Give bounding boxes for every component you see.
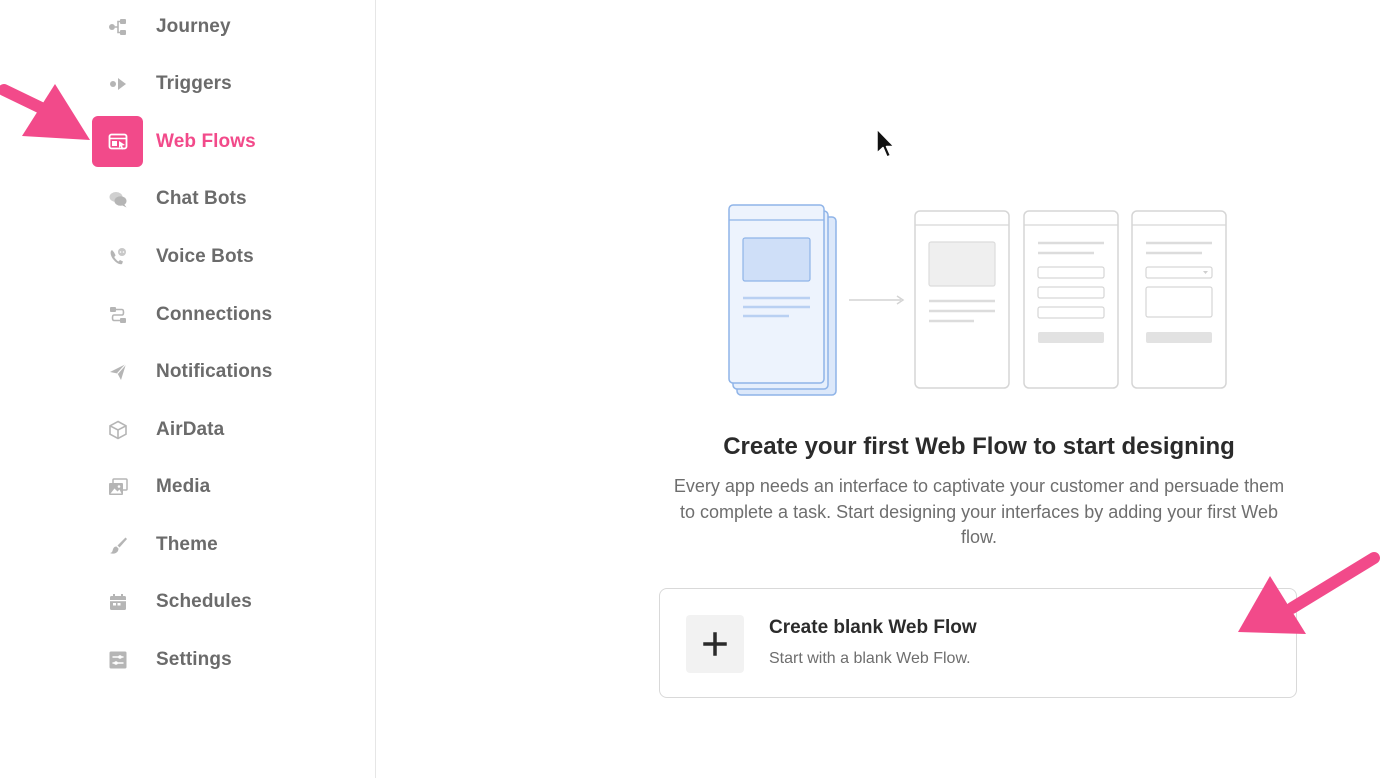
plus-icon xyxy=(686,615,744,673)
sidebar-item-label: Settings xyxy=(156,648,232,670)
sidebar-item-label: Schedules xyxy=(156,590,252,612)
create-blank-web-flow-card[interactable]: Create blank Web Flow Start with a blank… xyxy=(659,588,1297,698)
theme-icon xyxy=(92,519,143,570)
card-title: Create blank Web Flow xyxy=(769,617,977,638)
triggers-icon xyxy=(92,58,143,109)
schedules-icon xyxy=(92,576,143,627)
chat-bots-icon xyxy=(92,173,143,224)
sidebar-item-theme[interactable]: Theme xyxy=(92,519,352,570)
empty-state-title: Create your first Web Flow to start desi… xyxy=(723,433,1235,460)
sidebar-item-notifications[interactable]: Notifications xyxy=(92,346,352,397)
connections-icon xyxy=(92,289,143,340)
web-flow-illustration xyxy=(728,204,1227,396)
sidebar-item-web-flows[interactable]: Web Flows xyxy=(92,116,352,167)
pointer-arrow-icon xyxy=(0,84,90,140)
sidebar-item-media[interactable]: Media xyxy=(92,461,352,512)
sidebar-item-label: Connections xyxy=(156,303,273,325)
pointer-arrow-icon xyxy=(1238,552,1380,634)
sidebar-item-label: Notifications xyxy=(156,360,273,382)
sidebar-item-chat-bots[interactable]: Chat Bots xyxy=(92,173,352,224)
airdata-icon xyxy=(92,404,143,455)
sidebar-item-label: Voice Bots xyxy=(156,245,254,267)
sidebar-item-connections[interactable]: Connections xyxy=(92,289,352,340)
sidebar-item-journey[interactable]: Journey xyxy=(92,1,352,52)
card-subtitle: Start with a blank Web Flow. xyxy=(769,650,971,667)
sidebar-item-label: Triggers xyxy=(156,72,232,94)
sidebar-item-settings[interactable]: Settings xyxy=(92,634,352,685)
sidebar-item-label: Web Flows xyxy=(156,130,256,152)
sidebar-item-label: Media xyxy=(156,475,211,497)
sidebar-item-label: Journey xyxy=(156,15,231,37)
media-icon xyxy=(92,461,143,512)
sidebar-item-airdata[interactable]: AirData xyxy=(92,404,352,455)
settings-icon xyxy=(92,634,143,685)
sidebar-item-label: AirData xyxy=(156,418,225,440)
sidebar-item-schedules[interactable]: Schedules xyxy=(92,576,352,627)
sidebar-item-label: Theme xyxy=(156,533,218,555)
sidebar-item-triggers[interactable]: Triggers xyxy=(92,58,352,109)
empty-state-description: Every app needs an interface to captivat… xyxy=(673,476,1285,547)
journey-icon xyxy=(92,1,143,52)
sidebar-item-voice-bots[interactable]: Voice Bots xyxy=(92,231,352,282)
voice-bots-icon xyxy=(92,231,143,282)
notifications-icon xyxy=(92,346,143,397)
web-flows-icon xyxy=(92,116,143,167)
mouse-cursor-icon xyxy=(876,128,895,158)
sidebar-item-label: Chat Bots xyxy=(156,187,247,209)
